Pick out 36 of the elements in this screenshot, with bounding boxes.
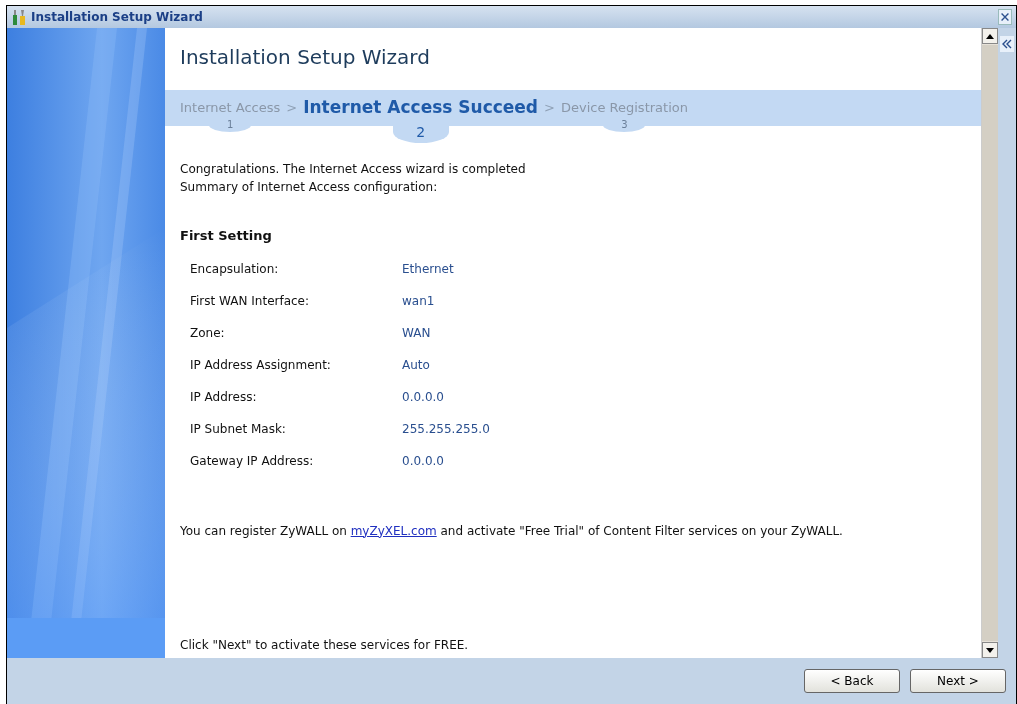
setting-value: 255.255.255.0 (402, 420, 491, 438)
intro-text: Summary of Internet Access configuration: (180, 179, 439, 196)
up-arrow-icon (986, 33, 994, 39)
page-heading: Installation Setup Wizard (180, 44, 431, 71)
separator-icon: > (544, 98, 555, 118)
setting-value: Auto (402, 356, 431, 374)
intro-text: Congratulations. The Internet Access wizard is completed (180, 161, 527, 178)
setting-label: IP Subnet Mask: (190, 420, 287, 438)
link[interactable]: myZyXEL.com (350, 523, 437, 538)
setting-label: IP Address: (190, 388, 258, 406)
tools-icon (11, 9, 27, 25)
setting-label: First WAN Interface: (190, 292, 311, 310)
setting-label: IP Address Assignment: (190, 356, 332, 374)
step-number: 3 (603, 117, 646, 132)
close-button[interactable] (998, 9, 1012, 25)
setting-value: wan1 (402, 292, 436, 310)
setting-label: Gateway IP Address: (190, 452, 315, 470)
down-arrow-icon (986, 647, 994, 653)
setting-value: WAN (402, 324, 432, 342)
setting-label: Encapsulation: (190, 260, 280, 278)
wizard-button[interactable]: Next > (910, 669, 1006, 693)
window-title: Installation Setup Wizard (31, 9, 203, 26)
setting-label: Zone: (190, 324, 226, 342)
collapse-button[interactable] (1000, 36, 1014, 52)
setting-value: Ethernet (402, 260, 455, 278)
separator-icon: > (286, 98, 298, 118)
scroll-up-button[interactable] (982, 28, 998, 44)
next-note: Click "Next" to activate these services for FREE. (180, 637, 470, 654)
scrollbar[interactable] (981, 28, 998, 658)
register-note: You can register ZyWALL on myZyXEL.com and activate "Free Trial" of Content Filter services on your ZyWALL. (180, 522, 844, 540)
setting-value: 0.0.0.0 (402, 388, 445, 406)
scroll-down-button[interactable] (982, 642, 998, 658)
step-number: 1 (209, 117, 252, 132)
setting-value: 0.0.0.0 (402, 452, 445, 470)
wizard-button[interactable]: < Back (804, 669, 900, 693)
section-title: First Setting (180, 227, 273, 245)
